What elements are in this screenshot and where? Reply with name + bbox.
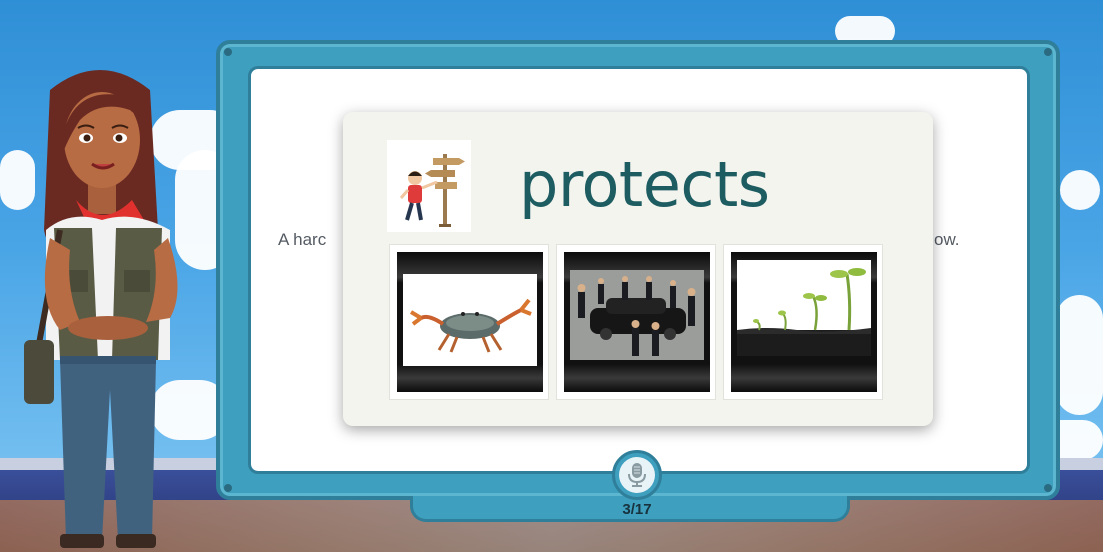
teacher-illustration [24, 70, 178, 548]
choice-frame [731, 252, 877, 392]
sprouts-photo [737, 260, 871, 356]
choice-bodyguards[interactable] [556, 244, 716, 400]
vocabulary-word: protects [519, 148, 770, 221]
choice-frame [397, 252, 543, 392]
microphone-icon [628, 463, 646, 487]
teacher-character [20, 60, 210, 552]
mic-holder [612, 450, 662, 500]
boy-with-signpost-icon [399, 154, 465, 227]
classroom-scene: A harc ow. 3/17 protects [0, 0, 1103, 552]
lesson-text-right: ow. [934, 230, 960, 249]
choice-frame [564, 252, 710, 392]
crab-icon [409, 298, 532, 353]
bodyguards-car-icon [570, 270, 704, 360]
lesson-text-left: A harc [278, 230, 327, 249]
screw [1044, 484, 1052, 492]
cloud [1056, 295, 1103, 415]
word-illustration [387, 140, 471, 232]
screw [224, 48, 232, 56]
cloud [1060, 170, 1100, 210]
crab-photo [403, 274, 537, 366]
choice-crab[interactable] [389, 244, 549, 400]
choice-sprouts[interactable] [723, 244, 883, 400]
sprouts-icon [737, 268, 871, 356]
vocabulary-card: protects [343, 112, 933, 426]
mic-button[interactable] [619, 457, 655, 493]
screw [224, 484, 232, 492]
bodyguards-photo [570, 270, 704, 360]
screw [1044, 48, 1052, 56]
page-counter: 3/17 [622, 501, 652, 518]
